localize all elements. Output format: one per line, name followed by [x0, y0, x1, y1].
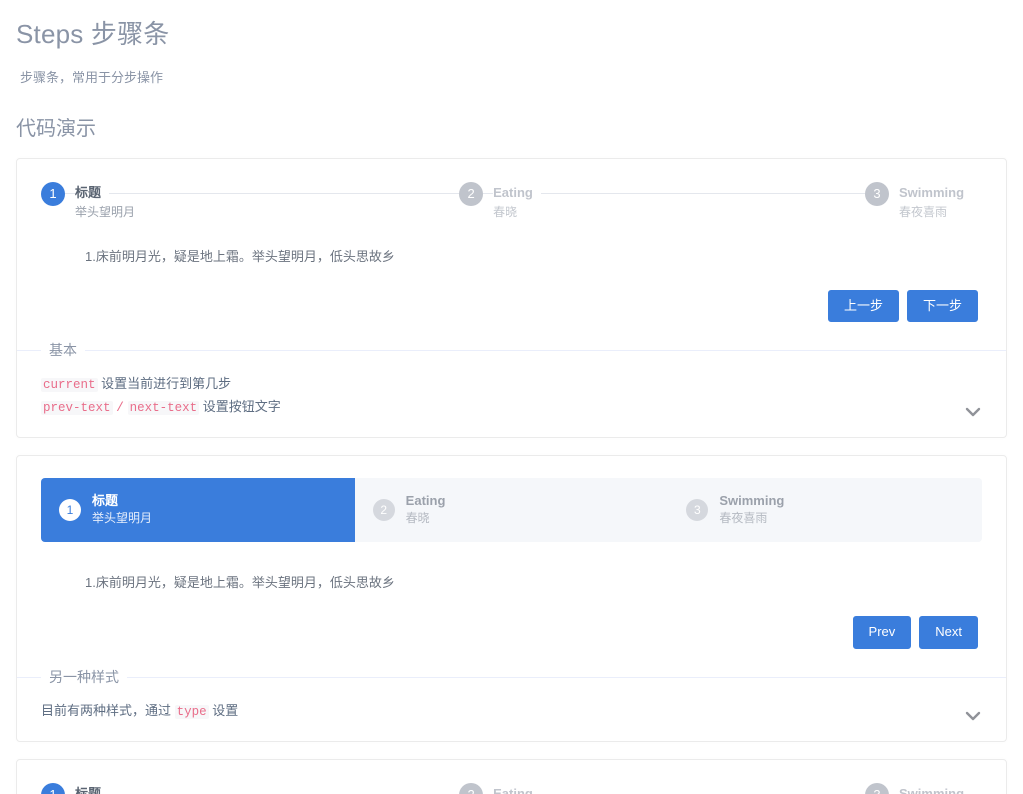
demo-body: 1 标题 举头望明月 2 Eating 春晓: [17, 760, 1006, 794]
step-text: Eating 春晓: [395, 493, 446, 527]
section-heading: 代码演示: [16, 118, 96, 140]
step-main: Swimming 春夜喜雨: [889, 181, 982, 220]
list-marker: 1.: [85, 249, 96, 264]
step-title: Swimming: [719, 493, 785, 509]
demo-description-block: 另一种样式 目前有两种样式，通过 type 设置: [17, 666, 1006, 741]
step-description: 举头望明月: [92, 511, 153, 526]
description-text: 设置: [212, 702, 239, 718]
step-number-icon: 1: [59, 499, 81, 522]
step-head: 2: [459, 782, 484, 794]
step-number-icon: 2: [459, 182, 484, 206]
button-row: 上一步 下一步: [41, 290, 982, 323]
steps-simple: 1 标题 举头望明月 2 Eating 春晓 3 Swimming 春夜喜雨: [41, 478, 982, 543]
step-item[interactable]: 3 Swimming 春夜喜雨: [865, 781, 982, 794]
description-line: current 设置当前进行到第几步: [41, 373, 966, 396]
description-prefix: 目前有两种样式，通过: [41, 702, 172, 718]
demo-card-basic: 1 标题 举头望明月 2 Eating 春晓 3 Swimming 春夜喜雨 1…: [16, 158, 1007, 439]
step-head: 1: [41, 182, 65, 206]
demo-description-body: 目前有两种样式，通过 type 设置: [17, 678, 1006, 741]
prev-button[interactable]: Prev: [852, 616, 912, 649]
step-main: 标题 举头望明月: [65, 781, 460, 794]
step-title: Swimming: [899, 181, 973, 205]
demo-card-third: 1 标题 举头望明月 2 Eating 春晓: [16, 758, 1007, 794]
step-title: Swimming: [899, 781, 973, 794]
step-description: 举头望明月: [75, 205, 136, 219]
demo-body: 1 标题 举头望明月 2 Eating 春晓: [17, 159, 1006, 336]
step-main: Eating 春晓: [483, 181, 865, 220]
step-head: 3: [865, 182, 889, 206]
step-main: 标题 举头望明月: [65, 181, 460, 220]
step-content: 1.床前明月光，疑是地上霜。举头望明月，低头思故乡: [41, 246, 982, 268]
demo-body: 1 标题 举头望明月 2 Eating 春晓 3 Swimming 春夜喜雨 1…: [17, 456, 1006, 662]
step-connector-line: [65, 193, 460, 194]
step-description: 春晓: [405, 511, 430, 526]
demo-card-simple-style: 1 标题 举头望明月 2 Eating 春晓 3 Swimming 春夜喜雨 1…: [16, 455, 1007, 742]
step-item[interactable]: 3 Swimming 春夜喜雨: [668, 478, 982, 543]
steps-basic: 1 标题 举头望明月 2 Eating 春晓 3 Swimming 春夜喜雨: [41, 181, 982, 220]
step-head: 2: [459, 182, 484, 206]
page-subtitle: 步骤条，常用于分步操作: [20, 70, 164, 85]
list-item-text: 床前明月光，疑是地上霜。举头望明月，低头思故乡: [95, 249, 395, 264]
step-number-icon: 1: [41, 182, 65, 206]
step-item[interactable]: 1 标题 举头望明月: [41, 781, 460, 794]
step-title: 标题: [75, 781, 110, 794]
step-head: 1: [41, 782, 65, 794]
step-text: 标题 举头望明月: [81, 493, 152, 527]
step-item[interactable]: 2 Eating 春晓: [354, 478, 669, 543]
step-number-icon: 3: [686, 499, 709, 522]
next-button[interactable]: Next: [919, 616, 978, 649]
description-line: 目前有两种样式，通过 type 设置: [41, 700, 966, 723]
token-separator: /: [116, 400, 124, 416]
step-item[interactable]: 2 Eating 春晓: [459, 181, 865, 220]
step-item[interactable]: 2 Eating 春晓: [459, 781, 865, 794]
description-text: 设置当前进行到第几步: [101, 376, 232, 392]
next-button[interactable]: 下一步: [906, 290, 978, 323]
list-item-text: 床前明月光，疑是地上霜。举头望明月，低头思故乡: [95, 575, 395, 591]
steps-third: 1 标题 举头望明月 2 Eating 春晓: [41, 781, 982, 794]
list-marker: 1.: [85, 575, 96, 591]
step-title: Eating: [493, 781, 541, 794]
step-number-icon: 3: [865, 182, 889, 206]
code-token: prev-text: [41, 401, 113, 416]
step-item[interactable]: 3 Swimming 春夜喜雨: [865, 181, 982, 220]
step-number-icon: 1: [41, 782, 65, 794]
code-token: next-text: [127, 401, 200, 416]
step-description: 春晓: [493, 205, 518, 219]
step-title: Eating: [405, 493, 446, 509]
code-token: current: [41, 378, 98, 393]
step-number-icon: 2: [459, 782, 484, 794]
description-line: prev-text / next-text 设置按钮文字: [41, 396, 966, 419]
step-item[interactable]: 1 标题 举头望明月: [41, 478, 355, 543]
step-title: Eating: [493, 181, 541, 205]
step-content: 1.床前明月光，疑是地上霜。举头望明月，低头思故乡: [41, 572, 982, 594]
page-root: Steps 步骤条 步骤条，常用于分步操作 代码演示 1 标题 举头望明月 2 …: [0, 14, 1023, 794]
chevron-down-icon[interactable]: [962, 401, 984, 423]
description-text: 设置按钮文字: [202, 399, 281, 415]
step-description: 春夜喜雨: [719, 511, 768, 526]
code-token: type: [174, 704, 209, 719]
step-number-icon: 3: [865, 782, 889, 794]
step-description: 春夜喜雨: [899, 205, 948, 219]
step-head: 3: [865, 782, 889, 794]
demo-description-block: 基本 current 设置当前进行到第几步 prev-text / next-t…: [17, 340, 1006, 437]
step-number-icon: 2: [372, 499, 395, 522]
prev-button[interactable]: 上一步: [827, 290, 899, 323]
step-main: Swimming 春夜喜雨: [889, 781, 982, 794]
step-main: Eating 春晓: [483, 781, 865, 794]
step-title: 标题: [92, 493, 119, 509]
demo-description-body: current 设置当前进行到第几步 prev-text / next-text…: [17, 351, 1006, 437]
step-title: 标题: [75, 181, 110, 205]
button-row: Prev Next: [41, 616, 982, 649]
step-item[interactable]: 1 标题 举头望明月: [41, 181, 460, 220]
chevron-down-icon[interactable]: [962, 705, 984, 727]
step-text: Swimming 春夜喜雨: [708, 493, 784, 527]
page-title: Steps 步骤条: [16, 19, 170, 49]
